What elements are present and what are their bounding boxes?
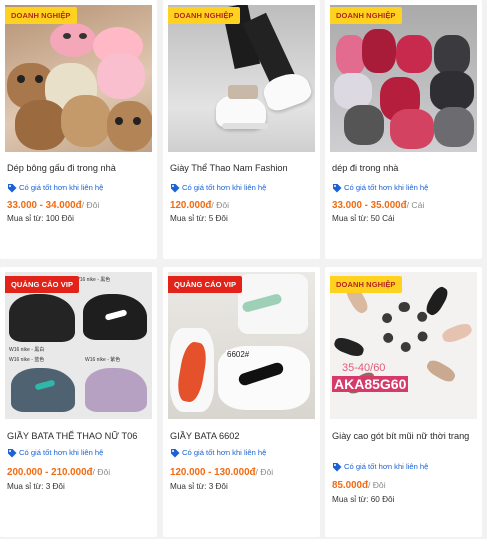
product-title[interactable]: GIẦY BATA THỂ THAO NỮ T06 xyxy=(7,430,152,443)
min-order-quantity: Mua sỉ từ: 50 Cái xyxy=(332,214,395,223)
product-image[interactable]: W16 nike - 黑色 W16 nike - 黑白 W16 nike - 蓝… xyxy=(5,272,152,419)
business-badge: DOANH NGHIỆP xyxy=(330,276,402,293)
product-card[interactable]: DOANH NGHIỆP dép đi trong nhà Có giá tốt… xyxy=(325,0,482,259)
product-card[interactable]: DOANH NGHIỆP Giày Thể Thao Nam Fashion C… xyxy=(163,0,320,259)
promo-note[interactable]: Có giá tốt hơn khi liên hệ xyxy=(170,447,266,459)
business-badge: DOANH NGHIỆP xyxy=(5,7,77,24)
business-badge: DOANH NGHIỆP xyxy=(168,7,240,24)
price-tag-icon xyxy=(8,184,17,193)
promo-text: Có giá tốt hơn khi liên hệ xyxy=(182,448,267,457)
promo-text: Có giá tốt hơn khi liên hệ xyxy=(19,183,104,192)
promo-text: Có giá tốt hơn khi liên hệ xyxy=(344,183,429,192)
product-card[interactable]: 35-40/60 AKA85G60 DOANH NGHIỆP Giày cao … xyxy=(325,267,482,537)
product-image[interactable] xyxy=(330,5,477,152)
price-unit: / Đôi xyxy=(81,200,100,210)
price-value: 120.000đ xyxy=(170,200,212,211)
price-unit: / Đôi xyxy=(211,200,230,210)
promo-note[interactable]: Có giá tốt hơn khi liên hệ xyxy=(332,461,428,473)
price-tag-icon xyxy=(8,449,17,458)
promo-text: Có giá tốt hơn khi liên hệ xyxy=(19,448,104,457)
product-image[interactable] xyxy=(5,5,152,152)
photo-label: W16 nike - 蓝色 xyxy=(9,357,45,363)
min-order-quantity: Mua sỉ từ: 100 Đôi xyxy=(7,214,74,223)
product-card[interactable]: DOANH NGHIỆP Dép bông gấu đi trong nhà C… xyxy=(0,0,157,259)
price-unit: / Cái xyxy=(406,200,425,210)
photo-label: 6602# xyxy=(226,350,251,359)
price-line: 85.000đ/ Đôi xyxy=(332,479,386,492)
promo-note[interactable]: Có giá tốt hơn khi liên hệ xyxy=(332,182,428,194)
price-value: 85.000đ xyxy=(332,480,368,491)
price-value: 33.000 - 34.000đ xyxy=(7,200,82,211)
photo-label: W16 nike - 紫色 xyxy=(85,357,121,363)
promo-text: Có giá tốt hơn khi liên hệ xyxy=(344,462,429,471)
min-order-quantity: Mua sỉ từ: 5 Đôi xyxy=(170,214,228,223)
price-tag-icon xyxy=(171,184,180,193)
vip-ad-badge: QUẢNG CÁO VIP xyxy=(5,276,80,293)
price-value: 33.000 - 35.000đ xyxy=(332,200,407,211)
product-grid: DOANH NGHIỆP Dép bông gấu đi trong nhà C… xyxy=(0,0,487,539)
price-unit: / Đôi xyxy=(92,467,111,477)
photo-label: AKA85G60 xyxy=(332,376,409,392)
price-line: 120.000 - 130.000đ/ Đôi xyxy=(170,466,273,479)
price-unit: / Đôi xyxy=(255,467,274,477)
product-card[interactable]: W16 nike - 黑色 W16 nike - 黑白 W16 nike - 蓝… xyxy=(0,267,157,537)
price-line: 33.000 - 34.000đ/ Đôi xyxy=(7,199,99,212)
product-image[interactable]: 6602# xyxy=(168,272,315,419)
min-order-quantity: Mua sỉ từ: 60 Đôi xyxy=(332,495,395,504)
min-order-quantity: Mua sỉ từ: 3 Đôi xyxy=(7,482,65,491)
product-title[interactable]: dép đi trong nhà xyxy=(332,162,477,175)
price-value: 120.000 - 130.000đ xyxy=(170,467,256,478)
photo-label: W16 nike - 黑色 xyxy=(75,277,111,283)
product-image[interactable] xyxy=(168,5,315,152)
product-image[interactable]: 35-40/60 AKA85G60 xyxy=(330,272,477,419)
price-line: 200.000 - 210.000đ/ Đôi xyxy=(7,466,110,479)
product-title[interactable]: Giày cao gót bít mũi nữ thời trang xyxy=(332,430,472,443)
photo-label: W16 nike - 黑白 xyxy=(9,347,45,353)
price-line: 33.000 - 35.000đ/ Cái xyxy=(332,199,424,212)
product-title[interactable]: Giày Thể Thao Nam Fashion xyxy=(170,162,315,175)
product-title[interactable]: Dép bông gấu đi trong nhà xyxy=(7,162,152,175)
photo-label: 35-40/60 xyxy=(342,362,386,374)
business-badge: DOANH NGHIỆP xyxy=(330,7,402,24)
min-order-quantity: Mua sỉ từ: 3 Đôi xyxy=(170,482,228,491)
promo-note[interactable]: Có giá tốt hơn khi liên hệ xyxy=(170,182,266,194)
price-line: 120.000đ/ Đôi xyxy=(170,199,229,212)
price-tag-icon xyxy=(171,449,180,458)
price-value: 200.000 - 210.000đ xyxy=(7,467,93,478)
price-tag-icon xyxy=(333,463,342,472)
product-card[interactable]: 6602# QUẢNG CÁO VIP GIẦY BATA 6602 Có gi… xyxy=(163,267,320,537)
product-title[interactable]: GIẦY BATA 6602 xyxy=(170,430,315,443)
vip-ad-badge: QUẢNG CÁO VIP xyxy=(168,276,243,293)
promo-note[interactable]: Có giá tốt hơn khi liên hệ xyxy=(7,182,103,194)
promo-note[interactable]: Có giá tốt hơn khi liên hệ xyxy=(7,447,103,459)
promo-text: Có giá tốt hơn khi liên hệ xyxy=(182,183,267,192)
price-tag-icon xyxy=(333,184,342,193)
price-unit: / Đôi xyxy=(367,480,386,490)
